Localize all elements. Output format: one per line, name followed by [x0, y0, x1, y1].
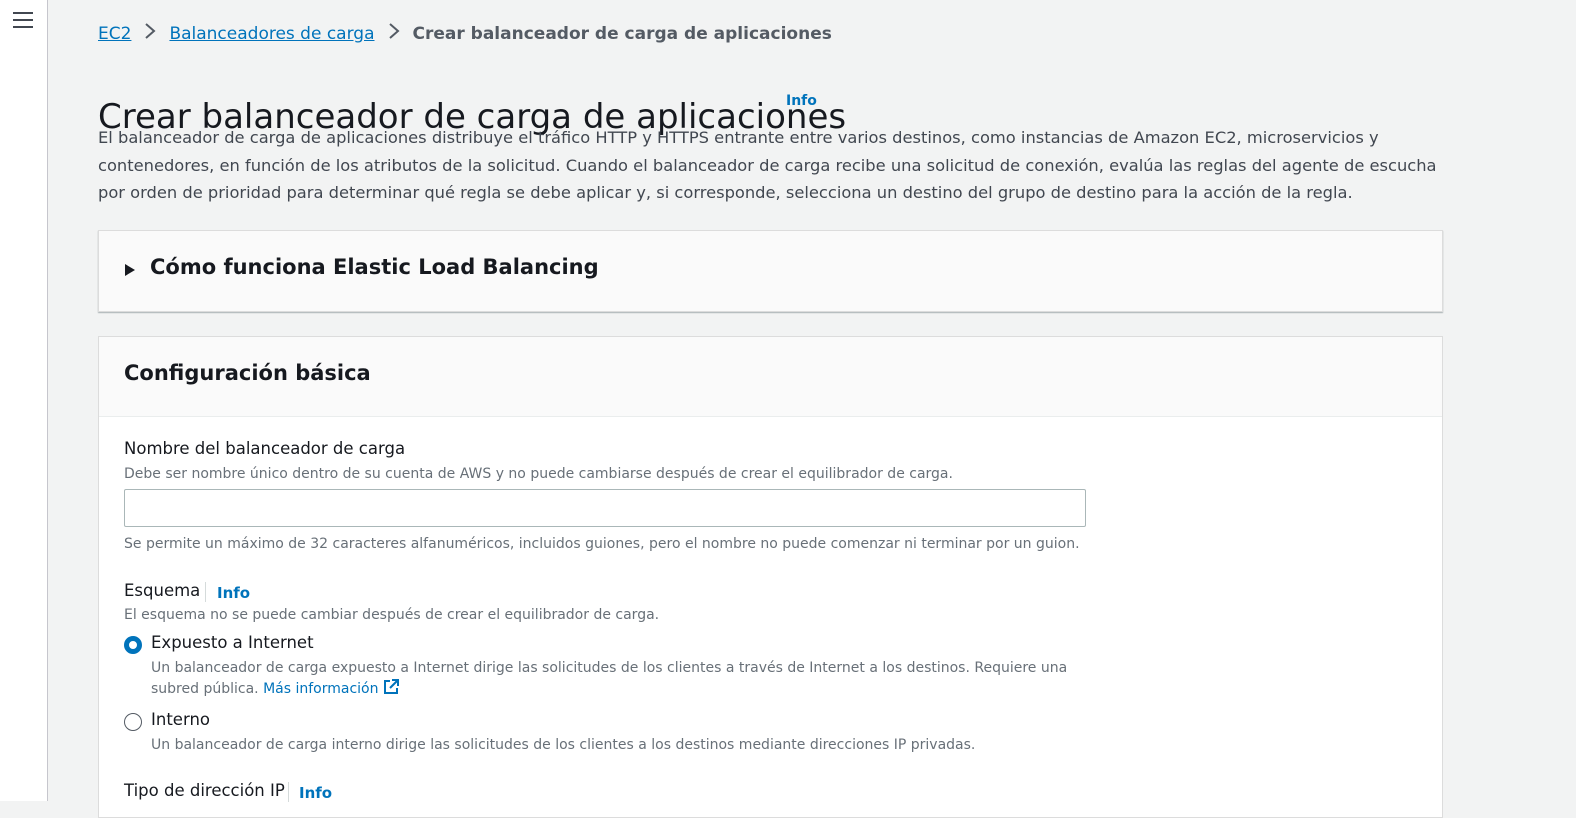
chevron-right-icon: [383, 22, 405, 45]
ip-type-label: Tipo de dirección IP: [124, 781, 285, 800]
breadcrumb-load-balancers[interactable]: Balanceadores de carga: [169, 24, 374, 44]
radio-internal[interactable]: [124, 713, 142, 731]
elb-section-title[interactable]: Cómo funciona Elastic Load Balancing: [150, 255, 599, 279]
divider: [205, 582, 206, 602]
scheme-info-link[interactable]: Info: [217, 584, 250, 602]
lb-name-description: Debe ser nombre único dentro de su cuent…: [124, 466, 953, 482]
internal-description: Un balanceador de carga interno dirige l…: [151, 737, 976, 753]
menu-icon[interactable]: [13, 12, 33, 28]
basic-configuration-header: Configuración básica: [99, 337, 1442, 417]
page-description: El balanceador de carga de aplicaciones …: [98, 128, 1437, 202]
radio-internet-facing[interactable]: [124, 636, 142, 654]
radio-internal-label[interactable]: Interno: [151, 710, 210, 729]
chevron-right-icon: [139, 22, 161, 45]
breadcrumb-current: Crear balanceador de carga de aplicacion…: [412, 23, 832, 44]
divider: [288, 782, 289, 802]
side-navigation-rail: [0, 0, 48, 801]
lb-name-constraint: Se permite un máximo de 32 caracteres al…: [124, 536, 1080, 552]
caret-right-icon[interactable]: [125, 264, 135, 276]
external-link-icon[interactable]: [382, 678, 400, 702]
lb-name-label: Nombre del balanceador de carga: [124, 439, 406, 458]
breadcrumb: EC2 Balanceadores de carga Crear balance…: [98, 22, 832, 45]
scheme-label: Esquema: [124, 581, 201, 600]
title-info-link[interactable]: Info: [786, 93, 817, 109]
scheme-description: El esquema no se puede cambiar después d…: [124, 607, 660, 623]
internet-facing-description: Un balanceador de carga expuesto a Inter…: [151, 658, 1091, 702]
lb-name-input[interactable]: [124, 489, 1086, 527]
radio-internet-facing-label[interactable]: Expuesto a Internet: [151, 633, 314, 652]
breadcrumb-ec2[interactable]: EC2: [98, 24, 131, 44]
more-info-link[interactable]: Más información: [263, 681, 378, 697]
basic-configuration-title: Configuración básica: [124, 361, 371, 385]
basic-configuration-panel: Configuración básica Nombre del balancea…: [98, 336, 1443, 818]
elb-expandable-section[interactable]: Cómo funciona Elastic Load Balancing: [98, 230, 1443, 312]
ip-type-info-link[interactable]: Info: [299, 784, 332, 802]
